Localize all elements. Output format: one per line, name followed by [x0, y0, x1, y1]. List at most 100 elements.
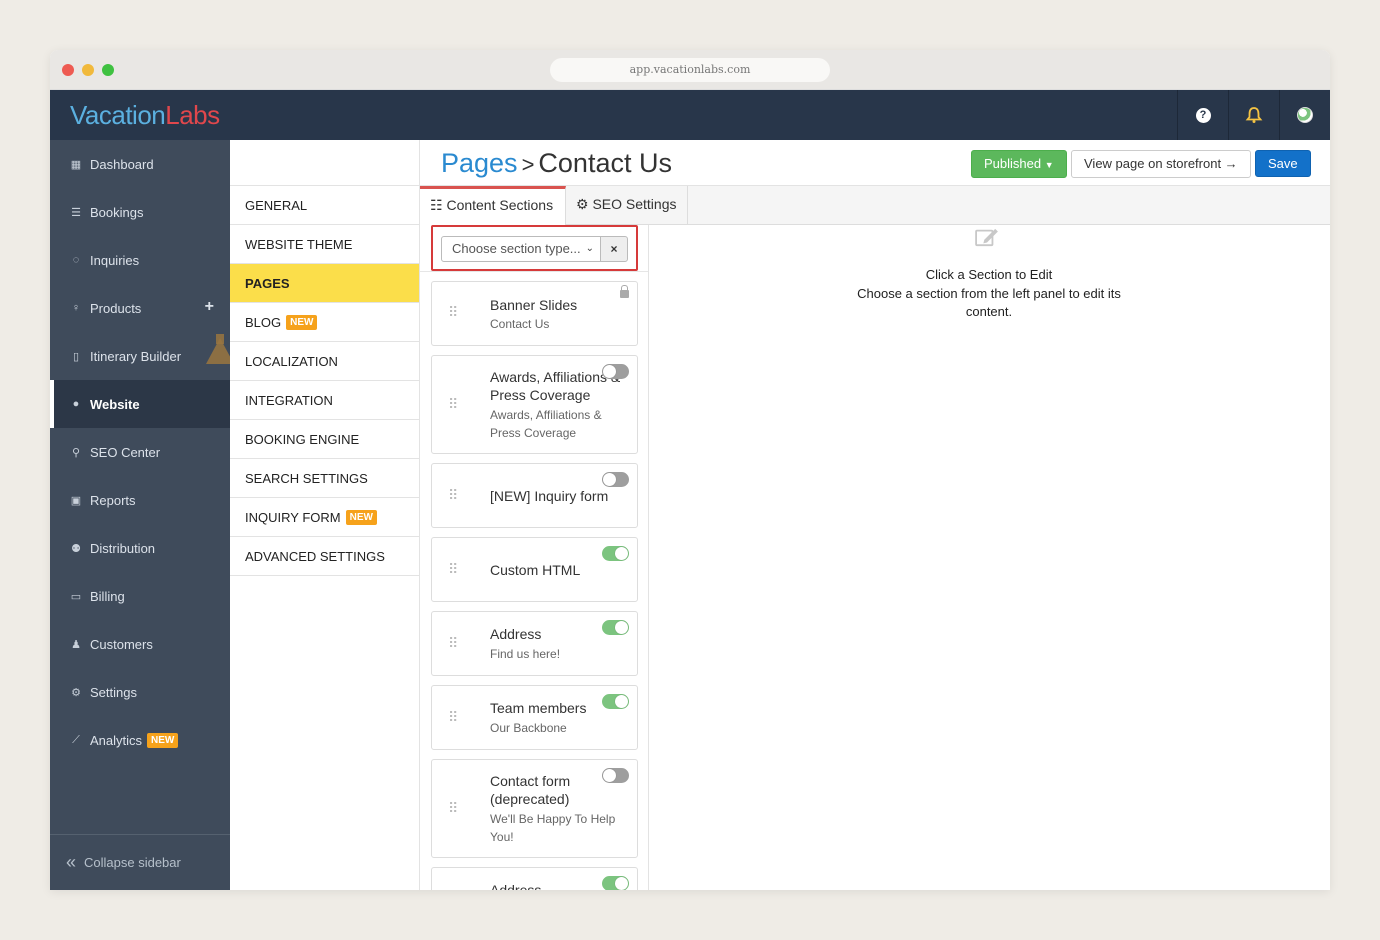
sidebar-item-label: Inquiries — [90, 252, 140, 268]
subnav-item-label: BLOG — [245, 314, 282, 330]
section-type-chooser: Choose section type... ⌄ × — [431, 225, 638, 271]
maximize-window-button[interactable] — [102, 64, 114, 76]
section-type-placeholder: Choose section type... — [452, 241, 581, 256]
save-button[interactable]: Save — [1255, 150, 1311, 177]
subnav-item-website-theme[interactable]: WEBSITE THEME — [230, 225, 419, 264]
section-visibility-toggle[interactable] — [602, 768, 629, 783]
top-icons: ? — [1177, 90, 1330, 140]
subnav-item-blog[interactable]: BLOG NEW — [230, 303, 419, 342]
section-card-custom-html[interactable]: ⠿ Custom HTML — [431, 537, 638, 602]
subnav-item-advanced-settings[interactable]: ADVANCED SETTINGS — [230, 537, 419, 576]
section-visibility-toggle[interactable] — [602, 876, 629, 890]
subnav-item-integration[interactable]: INTEGRATION — [230, 381, 419, 420]
logo-text-part1: Vacation — [70, 100, 166, 130]
subnav-item-label: ADVANCED SETTINGS — [245, 548, 385, 564]
drag-handle-icon[interactable]: ⠿ — [448, 304, 458, 321]
drag-handle-icon[interactable]: ⠿ — [448, 396, 458, 413]
sidebar-item-label: Bookings — [90, 204, 144, 220]
help-button[interactable]: ? — [1177, 90, 1228, 140]
section-card-address[interactable]: ⠿ Address Find us here! — [431, 611, 638, 676]
drag-handle-icon[interactable]: ⠿ — [448, 800, 458, 817]
section-card-inquiry-form[interactable]: ⠿ [NEW] Inquiry form — [431, 463, 638, 528]
sidebar-item-seo-center[interactable]: ⚲ SEO Center — [50, 428, 230, 476]
tab-seo-settings[interactable]: ⚙ SEO Settings — [566, 186, 688, 225]
sidebar-item-bookings[interactable]: ☰ Bookings — [50, 188, 230, 236]
section-visibility-toggle[interactable] — [602, 546, 629, 561]
subnav-item-localization[interactable]: LOCALIZATION — [230, 342, 419, 381]
sidebar-item-analytics[interactable]: ⟋ Analytics NEW — [50, 716, 230, 764]
sidebar-item-website[interactable]: ● Website — [50, 380, 230, 428]
subnav-item-booking-engine[interactable]: BOOKING ENGINE — [230, 420, 419, 459]
sidebar-item-billing[interactable]: ▭ Billing — [50, 572, 230, 620]
subnav-item-label: LOCALIZATION — [245, 353, 338, 369]
page-title: Contact Us — [538, 148, 672, 178]
top-navbar: VacationLabs ? — [50, 90, 1330, 140]
sidebar-item-label: Billing — [90, 588, 125, 604]
sidebar-item-products[interactable]: ♀ Products + — [50, 284, 230, 332]
subnav-item-label: BOOKING ENGINE — [245, 431, 360, 447]
tab-label: Content Sections — [446, 197, 554, 213]
section-visibility-toggle[interactable] — [602, 472, 629, 487]
section-card-address-2[interactable]: ⠿ Address — [431, 867, 638, 890]
chevron-down-icon: ⌄ — [585, 243, 594, 254]
user-icon: ♟ — [71, 638, 81, 651]
empty-state-description: Choose a section from the left panel to … — [857, 286, 1121, 319]
new-badge: NEW — [345, 509, 377, 525]
sidebar-item-inquiries[interactable]: ◌ Inquiries — [50, 236, 230, 284]
account-button[interactable] — [1279, 90, 1330, 140]
subnav-item-label: PAGES — [245, 275, 290, 291]
clear-section-type-button[interactable]: × — [600, 236, 628, 262]
published-dropdown-button[interactable]: Published ▼ — [971, 150, 1067, 178]
sidebar-item-itinerary-builder[interactable]: ▯ Itinerary Builder — [50, 332, 234, 380]
drag-handle-icon[interactable]: ⠿ — [448, 635, 458, 652]
section-card-banner-slides[interactable]: ⠿ Banner Slides Contact Us — [431, 281, 638, 346]
gear-icon: ⚙ — [71, 686, 81, 699]
subnav-item-pages[interactable]: PAGES — [230, 264, 419, 303]
minimize-window-button[interactable] — [82, 64, 94, 76]
sidebar-item-label: Itinerary Builder — [90, 348, 182, 364]
view-on-storefront-button[interactable]: View page on storefront → — [1071, 150, 1251, 178]
drag-handle-icon[interactable]: ⠿ — [448, 487, 458, 504]
lock-icon — [620, 285, 629, 298]
tab-label: SEO Settings — [592, 196, 677, 212]
section-subtitle: Find us here! — [490, 647, 561, 661]
sidebar-item-label: Customers — [90, 636, 153, 652]
tab-content-sections[interactable]: ☷ Content Sections — [420, 186, 566, 225]
section-subtitle: Contact Us — [490, 317, 550, 331]
section-card-awards[interactable]: ⠿ Awards, Affiliations & Press Coverage … — [431, 355, 638, 454]
section-card-team-members[interactable]: ⠿ Team members Our Backbone — [431, 685, 638, 750]
sidebar-item-settings[interactable]: ⚙ Settings — [50, 668, 230, 716]
drag-handle-icon[interactable]: ⠿ — [448, 709, 458, 726]
section-visibility-toggle[interactable] — [602, 694, 629, 709]
sections-panel: Choose section type... ⌄ × ⠿ Banner Slid… — [420, 225, 649, 890]
add-product-icon[interactable]: + — [205, 299, 214, 315]
list-icon: ☰ — [71, 206, 81, 219]
tab-bar: ☷ Content Sections ⚙ SEO Settings — [420, 186, 1330, 225]
sidebar-item-dashboard[interactable]: ▦ Dashboard — [50, 140, 230, 188]
subnav-item-search-settings[interactable]: SEARCH SETTINGS — [230, 459, 419, 498]
section-card-contact-form[interactable]: ⠿ Contact form (deprecated) We'll Be Hap… — [431, 759, 638, 858]
section-visibility-toggle[interactable] — [602, 620, 629, 635]
collapse-sidebar-button[interactable]: « Collapse sidebar — [50, 834, 230, 890]
breadcrumb-pages-link[interactable]: Pages — [441, 148, 518, 178]
section-visibility-toggle[interactable] — [602, 364, 629, 379]
lightbulb-icon: ♀ — [71, 302, 81, 314]
browser-chrome: app.vacationlabs.com — [50, 50, 1330, 90]
notifications-button[interactable] — [1228, 90, 1279, 140]
sidebar-item-customers[interactable]: ♟ Customers — [50, 620, 230, 668]
drag-handle-icon[interactable]: ⠿ — [448, 561, 458, 578]
sidebar-item-reports[interactable]: ▣ Reports — [50, 476, 230, 524]
close-window-button[interactable] — [62, 64, 74, 76]
sidebar-item-distribution[interactable]: ⚉ Distribution — [50, 524, 230, 572]
sidebar-item-label: Settings — [90, 684, 137, 700]
url-bar[interactable]: app.vacationlabs.com — [550, 58, 830, 82]
section-title: Custom HTML — [490, 562, 581, 578]
money-icon: ▭ — [70, 590, 82, 603]
sidebar-item-label: Distribution — [90, 540, 156, 556]
subnav-item-general[interactable]: GENERAL — [230, 186, 419, 225]
section-type-select[interactable]: Choose section type... ⌄ — [441, 236, 601, 262]
vacationlabs-logo[interactable]: VacationLabs — [70, 100, 220, 130]
sidebar-item-label: Website — [90, 396, 140, 412]
subnav-item-inquiry-form[interactable]: INQUIRY FORM NEW — [230, 498, 419, 537]
logo-text-part2: Labs — [165, 100, 220, 130]
